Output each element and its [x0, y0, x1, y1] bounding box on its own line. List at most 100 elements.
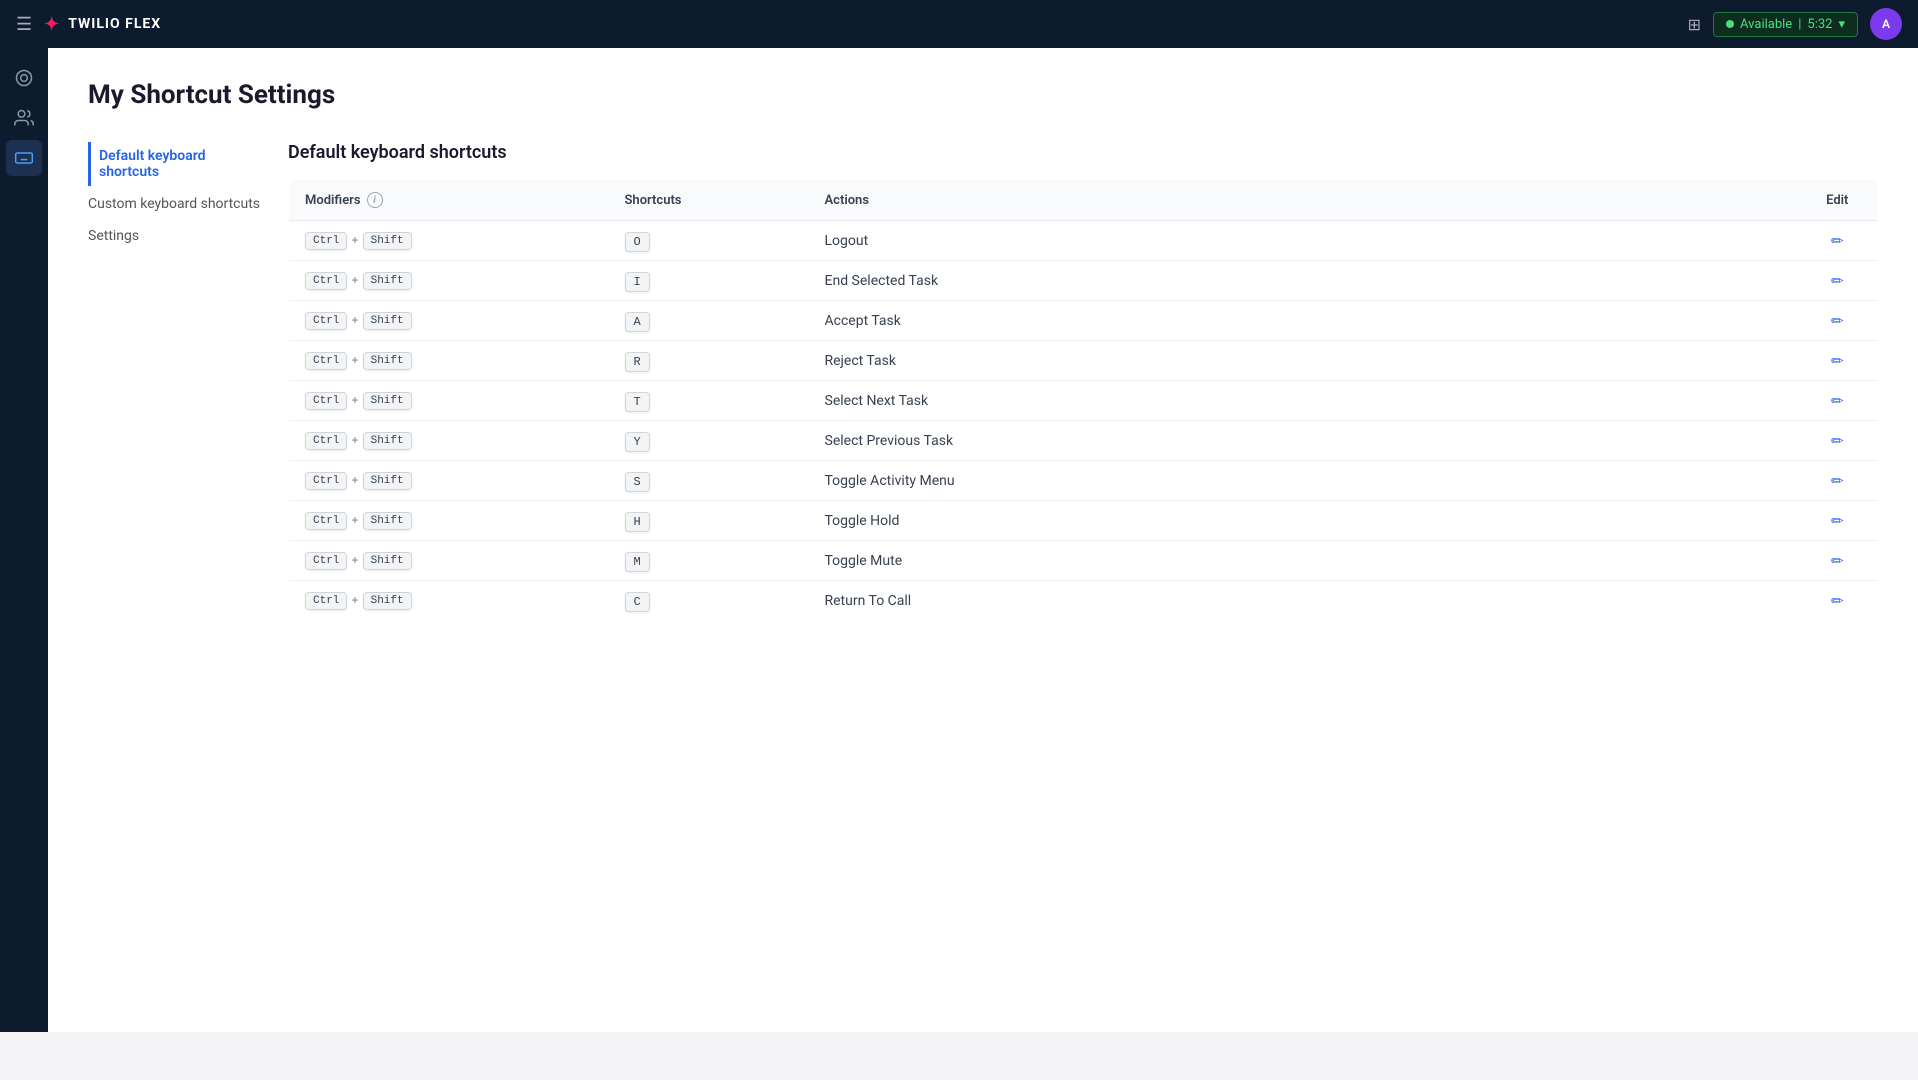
shortcut-key: M: [625, 552, 650, 572]
edit-icon[interactable]: ✏: [1831, 472, 1844, 490]
shortcut-cell: O: [609, 221, 809, 261]
brand-name: TWILIO FLEX: [68, 16, 161, 32]
edit-cell: ✏: [1798, 381, 1878, 421]
modifier-cell: Ctrl+Shift: [289, 421, 609, 461]
status-badge[interactable]: Available | 5:32 ▾: [1713, 12, 1858, 37]
plus-sign: +: [351, 274, 358, 288]
edit-icon[interactable]: ✏: [1831, 552, 1844, 570]
nav-item-custom[interactable]: Custom keyboard shortcuts: [88, 190, 264, 218]
shortcut-key: Y: [625, 432, 650, 452]
edit-cell: ✏: [1798, 301, 1878, 341]
avatar[interactable]: A: [1870, 8, 1902, 40]
shortcut-cell: T: [609, 381, 809, 421]
sidebar-icon-contacts[interactable]: [6, 100, 42, 136]
status-separator: |: [1798, 17, 1801, 32]
edit-cell: ✏: [1798, 221, 1878, 261]
status-label: Available: [1740, 17, 1792, 32]
action-cell: Toggle Mute: [809, 541, 1798, 581]
action-cell: Toggle Hold: [809, 501, 1798, 541]
shortcut-key: H: [625, 512, 650, 532]
edit-icon[interactable]: ✏: [1831, 232, 1844, 250]
menu-icon[interactable]: ☰: [16, 14, 32, 35]
chevron-down-icon: ▾: [1838, 17, 1845, 32]
modifier-cell: Ctrl+Shift: [289, 461, 609, 501]
modifier-cell: Ctrl+Shift: [289, 501, 609, 541]
edit-icon[interactable]: ✏: [1831, 352, 1844, 370]
modifier-cell: Ctrl+Shift: [289, 261, 609, 301]
key-badge: Ctrl+Shift: [305, 392, 412, 410]
grid-icon[interactable]: ⊞: [1688, 15, 1701, 34]
key-badge: Ctrl+Shift: [305, 552, 412, 570]
page-title: My Shortcut Settings: [88, 80, 1878, 110]
action-cell: Select Previous Task: [809, 421, 1798, 461]
shortcut-key: T: [625, 392, 650, 412]
table-row: Ctrl+ShiftSToggle Activity Menu✏: [289, 461, 1878, 501]
key-badge: Ctrl+Shift: [305, 472, 412, 490]
shortcut-cell: C: [609, 581, 809, 621]
shift-key: Shift: [363, 432, 412, 450]
info-icon[interactable]: i: [367, 192, 383, 208]
nav-item-default[interactable]: Default keyboard shortcuts: [88, 142, 264, 186]
section-title: Default keyboard shortcuts: [288, 142, 1878, 163]
edit-icon[interactable]: ✏: [1831, 392, 1844, 410]
key-badge: Ctrl+Shift: [305, 352, 412, 370]
shift-key: Shift: [363, 552, 412, 570]
shift-key: Shift: [363, 512, 412, 530]
shortcut-cell: M: [609, 541, 809, 581]
shortcut-key: S: [625, 472, 650, 492]
ctrl-key: Ctrl: [305, 392, 347, 410]
shortcut-cell: I: [609, 261, 809, 301]
key-badge: Ctrl+Shift: [305, 432, 412, 450]
sidebar-icon-keyboard[interactable]: [6, 140, 42, 176]
plus-sign: +: [351, 394, 358, 408]
sidebar-icon-tasks[interactable]: [6, 60, 42, 96]
modifier-cell: Ctrl + Shift: [289, 581, 609, 621]
plus-sign: +: [351, 234, 358, 248]
ctrl-key: Ctrl: [305, 232, 347, 250]
action-cell: Return To Call: [809, 581, 1798, 621]
shortcut-key: R: [625, 352, 650, 372]
shortcut-key: A: [625, 312, 650, 332]
ctrl-key: Ctrl: [305, 592, 347, 610]
shortcut-cell: S: [609, 461, 809, 501]
shortcut-cell: Y: [609, 421, 809, 461]
shift-key: Shift: [363, 592, 412, 610]
shift-key: Shift: [363, 312, 412, 330]
key-badge: Ctrl+Shift: [305, 512, 412, 530]
nav-item-settings[interactable]: Settings: [88, 222, 264, 250]
table-row: Ctrl+Shift A Accept Task ✏: [289, 301, 1878, 341]
key-badge: Ctrl+Shift: [305, 272, 412, 290]
side-nav: Default keyboard shortcuts Custom keyboa…: [88, 142, 288, 621]
action-cell: Logout: [809, 221, 1798, 261]
table-row: Ctrl+Shift Y Select Previous Task ✏: [289, 421, 1878, 461]
edit-icon[interactable]: ✏: [1831, 272, 1844, 290]
edit-cell: ✏: [1798, 581, 1878, 621]
main-content: My Shortcut Settings Default keyboard sh…: [48, 48, 1918, 1032]
shortcut-key: I: [625, 272, 650, 292]
edit-icon[interactable]: ✏: [1831, 432, 1844, 450]
key-badge: Ctrl + Shift: [305, 592, 412, 610]
ctrl-key: Ctrl: [305, 432, 347, 450]
shortcuts-table: Modifiers i Shortcuts Actions Edit Ctrl+…: [288, 179, 1878, 621]
edit-icon[interactable]: ✏: [1831, 592, 1844, 610]
plus-sign: +: [351, 354, 358, 368]
action-cell: Accept Task: [809, 301, 1798, 341]
table-row: Ctrl + Shift CReturn To Call ✏: [289, 581, 1878, 621]
col-modifiers: Modifiers i: [289, 180, 609, 221]
shortcut-cell: A: [609, 301, 809, 341]
table-row: Ctrl+ShiftTSelect Next Task✏: [289, 381, 1878, 421]
shift-key: Shift: [363, 232, 412, 250]
edit-icon[interactable]: ✏: [1831, 312, 1844, 330]
edit-cell: ✏: [1798, 261, 1878, 301]
edit-cell: ✏: [1798, 541, 1878, 581]
table-row: Ctrl+ShiftIEnd Selected Task✏: [289, 261, 1878, 301]
edit-icon[interactable]: ✏: [1831, 512, 1844, 530]
ctrl-key: Ctrl: [305, 472, 347, 490]
top-nav: ☰ ✦ TWILIO FLEX ⊞ Available | 5:32 ▾ A: [0, 0, 1918, 48]
plus-sign: +: [351, 514, 358, 528]
table-row: Ctrl+ShiftHToggle Hold✏: [289, 501, 1878, 541]
key-badge: Ctrl+Shift: [305, 312, 412, 330]
brand-icon: ✦: [44, 14, 60, 35]
plus-sign: +: [351, 594, 358, 608]
modifier-cell: Ctrl+Shift: [289, 381, 609, 421]
